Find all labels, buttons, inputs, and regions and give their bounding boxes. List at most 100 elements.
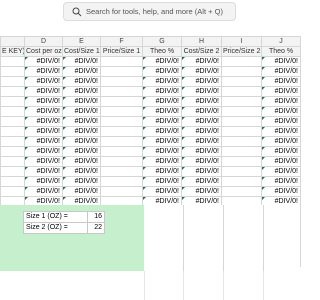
error-cell[interactable]: #DIV/0! bbox=[142, 166, 182, 177]
error-cell[interactable]: #DIV/0! bbox=[142, 96, 182, 107]
error-cell[interactable]: #DIV/0! bbox=[181, 156, 222, 167]
empty-cell[interactable] bbox=[100, 186, 143, 197]
error-cell[interactable]: #DIV/0! bbox=[24, 56, 63, 67]
error-cell[interactable]: #DIV/0! bbox=[261, 166, 301, 177]
empty-cell[interactable] bbox=[221, 66, 262, 77]
error-cell[interactable]: #DIV/0! bbox=[24, 76, 63, 87]
error-cell[interactable]: #DIV/0! bbox=[261, 136, 301, 147]
empty-cell[interactable] bbox=[221, 106, 262, 117]
empty-cell[interactable] bbox=[221, 126, 262, 137]
error-cell[interactable]: #DIV/0! bbox=[142, 86, 182, 97]
error-cell[interactable]: #DIV/0! bbox=[181, 66, 222, 77]
empty-cell[interactable] bbox=[0, 136, 25, 147]
error-cell[interactable]: #DIV/0! bbox=[62, 66, 101, 77]
error-cell[interactable]: #DIV/0! bbox=[261, 186, 301, 197]
empty-cell[interactable] bbox=[100, 116, 143, 127]
error-cell[interactable]: #DIV/0! bbox=[142, 156, 182, 167]
column-letter[interactable]: E bbox=[62, 36, 101, 47]
empty-cell[interactable] bbox=[221, 76, 262, 87]
column-letter[interactable]: D bbox=[24, 36, 63, 47]
empty-cell[interactable] bbox=[100, 176, 143, 187]
empty-cell[interactable] bbox=[0, 86, 25, 97]
error-cell[interactable]: #DIV/0! bbox=[261, 96, 301, 107]
empty-cell[interactable] bbox=[100, 156, 143, 167]
error-cell[interactable]: #DIV/0! bbox=[24, 126, 63, 137]
error-cell[interactable]: #DIV/0! bbox=[24, 166, 63, 177]
empty-cell[interactable] bbox=[221, 156, 262, 167]
column-letter[interactable]: J bbox=[261, 36, 301, 47]
empty-cell[interactable] bbox=[221, 86, 262, 97]
error-cell[interactable]: #DIV/0! bbox=[24, 146, 63, 157]
column-header[interactable]: Cost/Size 1 bbox=[62, 46, 101, 57]
empty-cell[interactable] bbox=[100, 56, 143, 67]
column-header[interactable]: E KEY) bbox=[0, 46, 25, 57]
empty-cell[interactable] bbox=[100, 146, 143, 157]
column-letter[interactable]: G bbox=[142, 36, 182, 47]
error-cell[interactable]: #DIV/0! bbox=[24, 136, 63, 147]
empty-cell[interactable] bbox=[0, 176, 25, 187]
search-box[interactable]: Search for tools, help, and more (Alt + … bbox=[63, 2, 236, 21]
error-cell[interactable]: #DIV/0! bbox=[142, 186, 182, 197]
error-cell[interactable]: #DIV/0! bbox=[62, 176, 101, 187]
empty-cell[interactable] bbox=[0, 96, 25, 107]
empty-cell[interactable] bbox=[221, 146, 262, 157]
empty-cell[interactable] bbox=[0, 76, 25, 87]
error-cell[interactable]: #DIV/0! bbox=[62, 126, 101, 137]
empty-cell[interactable] bbox=[0, 56, 25, 67]
size-value[interactable]: 22 bbox=[86, 222, 106, 234]
empty-cell[interactable] bbox=[221, 56, 262, 67]
column-header[interactable]: Price/Size 1 bbox=[100, 46, 143, 57]
error-cell[interactable]: #DIV/0! bbox=[24, 96, 63, 107]
error-cell[interactable]: #DIV/0! bbox=[142, 56, 182, 67]
error-cell[interactable]: #DIV/0! bbox=[142, 116, 182, 127]
error-cell[interactable]: #DIV/0! bbox=[24, 86, 63, 97]
error-cell[interactable]: #DIV/0! bbox=[181, 136, 222, 147]
error-cell[interactable]: #DIV/0! bbox=[261, 106, 301, 117]
empty-cell[interactable] bbox=[221, 136, 262, 147]
empty-cell[interactable] bbox=[100, 136, 143, 147]
size-label[interactable]: Size 1 (OZ) = bbox=[23, 211, 88, 223]
error-cell[interactable]: #DIV/0! bbox=[261, 146, 301, 157]
error-cell[interactable]: #DIV/0! bbox=[62, 116, 101, 127]
error-cell[interactable]: #DIV/0! bbox=[181, 86, 222, 97]
error-cell[interactable]: #DIV/0! bbox=[261, 116, 301, 127]
empty-cell[interactable] bbox=[100, 86, 143, 97]
error-cell[interactable]: #DIV/0! bbox=[62, 56, 101, 67]
empty-cell[interactable] bbox=[0, 116, 25, 127]
error-cell[interactable]: #DIV/0! bbox=[261, 76, 301, 87]
error-cell[interactable]: #DIV/0! bbox=[62, 166, 101, 177]
error-cell[interactable]: #DIV/0! bbox=[181, 146, 222, 157]
empty-cell[interactable] bbox=[221, 176, 262, 187]
error-cell[interactable]: #DIV/0! bbox=[181, 186, 222, 197]
column-letter[interactable] bbox=[0, 36, 25, 47]
error-cell[interactable]: #DIV/0! bbox=[62, 186, 101, 197]
error-cell[interactable]: #DIV/0! bbox=[181, 76, 222, 87]
error-cell[interactable]: #DIV/0! bbox=[142, 126, 182, 137]
empty-cell[interactable] bbox=[0, 126, 25, 137]
empty-cell[interactable] bbox=[100, 76, 143, 87]
error-cell[interactable]: #DIV/0! bbox=[181, 176, 222, 187]
error-cell[interactable]: #DIV/0! bbox=[142, 136, 182, 147]
error-cell[interactable]: #DIV/0! bbox=[181, 166, 222, 177]
column-letter[interactable]: I bbox=[221, 36, 262, 47]
error-cell[interactable]: #DIV/0! bbox=[24, 66, 63, 77]
error-cell[interactable]: #DIV/0! bbox=[142, 146, 182, 157]
error-cell[interactable]: #DIV/0! bbox=[261, 156, 301, 167]
error-cell[interactable]: #DIV/0! bbox=[24, 186, 63, 197]
column-header[interactable]: Theo % bbox=[261, 46, 301, 57]
error-cell[interactable]: #DIV/0! bbox=[142, 76, 182, 87]
column-letter[interactable]: F bbox=[100, 36, 143, 47]
column-header[interactable]: Price/Size 2 bbox=[221, 46, 262, 57]
error-cell[interactable]: #DIV/0! bbox=[24, 156, 63, 167]
error-cell[interactable]: #DIV/0! bbox=[181, 96, 222, 107]
error-cell[interactable]: #DIV/0! bbox=[142, 106, 182, 117]
error-cell[interactable]: #DIV/0! bbox=[62, 96, 101, 107]
column-header[interactable]: Theo % bbox=[142, 46, 182, 57]
error-cell[interactable]: #DIV/0! bbox=[24, 106, 63, 117]
column-header[interactable]: Cost/Size 2 bbox=[181, 46, 222, 57]
size-value[interactable]: 16 bbox=[86, 211, 106, 223]
empty-cell[interactable] bbox=[221, 186, 262, 197]
error-cell[interactable]: #DIV/0! bbox=[181, 56, 222, 67]
column-header[interactable]: Cost per oz bbox=[24, 46, 63, 57]
error-cell[interactable]: #DIV/0! bbox=[24, 116, 63, 127]
